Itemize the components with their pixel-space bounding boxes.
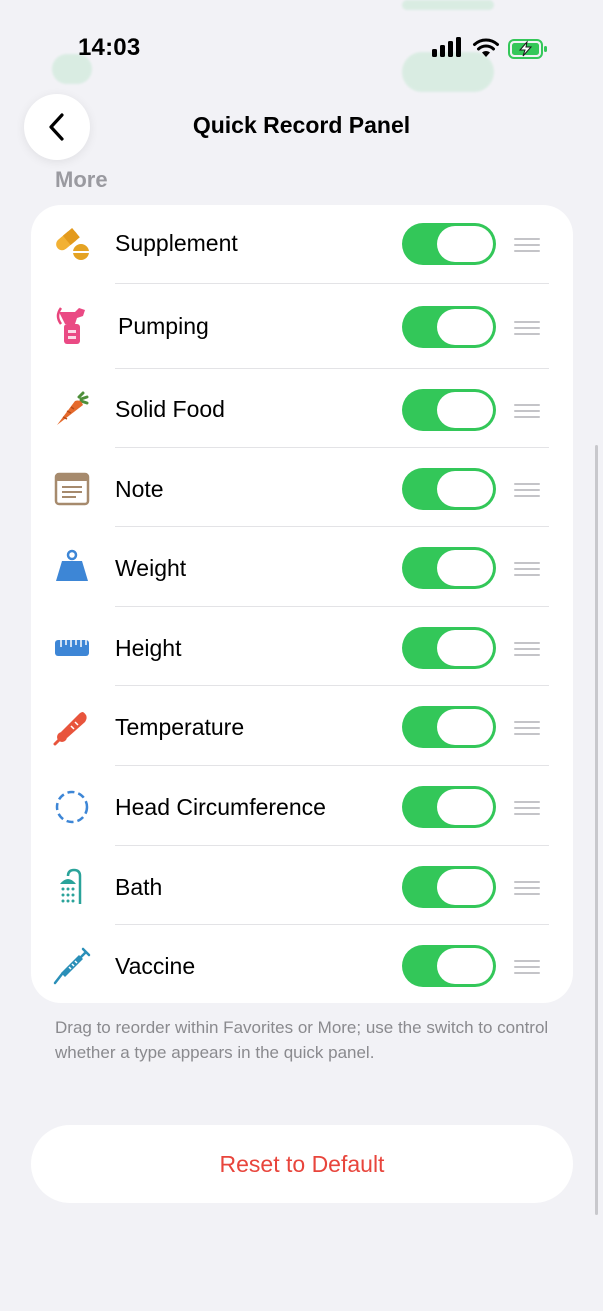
list-item: Head Circumference [31,766,573,845]
list-item: Solid Food [31,369,573,448]
dashed-circle-icon [53,788,91,826]
item-label: Weight [115,555,187,581]
enable-toggle[interactable] [402,706,496,748]
drag-handle-icon[interactable] [514,721,540,735]
drag-handle-icon[interactable] [514,642,540,656]
drag-handle-icon[interactable] [514,960,540,974]
section-label-more: More [55,167,108,192]
item-label: Supplement [115,230,238,256]
carrot-icon [53,391,91,429]
enable-toggle[interactable] [402,306,496,348]
weight-icon [53,547,91,585]
drag-handle-icon[interactable] [514,801,540,815]
enable-toggle[interactable] [402,945,496,987]
shower-icon [53,868,91,906]
drag-handle-icon[interactable] [514,483,540,497]
reset-to-default-button[interactable]: Reset to Default [31,1125,573,1203]
enable-toggle[interactable] [402,223,496,265]
list-item: Vaccine [31,925,573,1003]
battery-charging-icon [508,39,547,59]
pill-icon [53,225,91,263]
item-label: Bath [115,874,163,900]
enable-toggle[interactable] [402,866,496,908]
item-label: Solid Food [115,396,225,422]
footnote-text: Drag to reorder within Favorites or More… [55,1018,549,1062]
breast-pump-icon [53,306,91,344]
item-label: Pumping [118,313,209,339]
note-icon [53,470,91,508]
enable-toggle[interactable] [402,389,496,431]
item-label: Note [115,476,164,502]
enable-toggle[interactable] [402,786,496,828]
list-item: Temperature [31,686,573,765]
item-label: Vaccine [115,953,196,979]
record-types-list: Supplement Pumping Solid Food Note Weigh… [31,205,573,1003]
drag-handle-icon[interactable] [514,238,540,252]
drag-handle-icon[interactable] [514,404,540,418]
list-item: Supplement [31,205,573,284]
page-title: Quick Record Panel [192,112,411,138]
cellular-signal-icon [432,36,464,60]
item-label: Height [115,635,182,661]
wifi-icon [473,38,499,57]
ruler-icon [53,629,91,667]
status-bar: 14:03 [0,0,603,90]
status-icons [432,36,552,62]
item-label: Temperature [115,714,245,740]
list-item: Bath [31,846,573,925]
enable-toggle[interactable] [402,547,496,589]
thermometer-icon [53,708,91,746]
syringe-icon [53,947,91,985]
enable-toggle[interactable] [402,468,496,510]
item-label: Head Circumference [115,794,326,820]
status-time: 14:03 [78,34,141,61]
list-item: Note [31,448,573,527]
list-item: Weight [31,527,573,606]
enable-toggle[interactable] [402,627,496,669]
drag-handle-icon[interactable] [514,881,540,895]
drag-handle-icon[interactable] [514,321,540,335]
list-item: Height [31,607,573,686]
scrollbar[interactable] [595,445,598,1215]
drag-handle-icon[interactable] [514,562,540,576]
list-item: Pumping [31,284,573,368]
